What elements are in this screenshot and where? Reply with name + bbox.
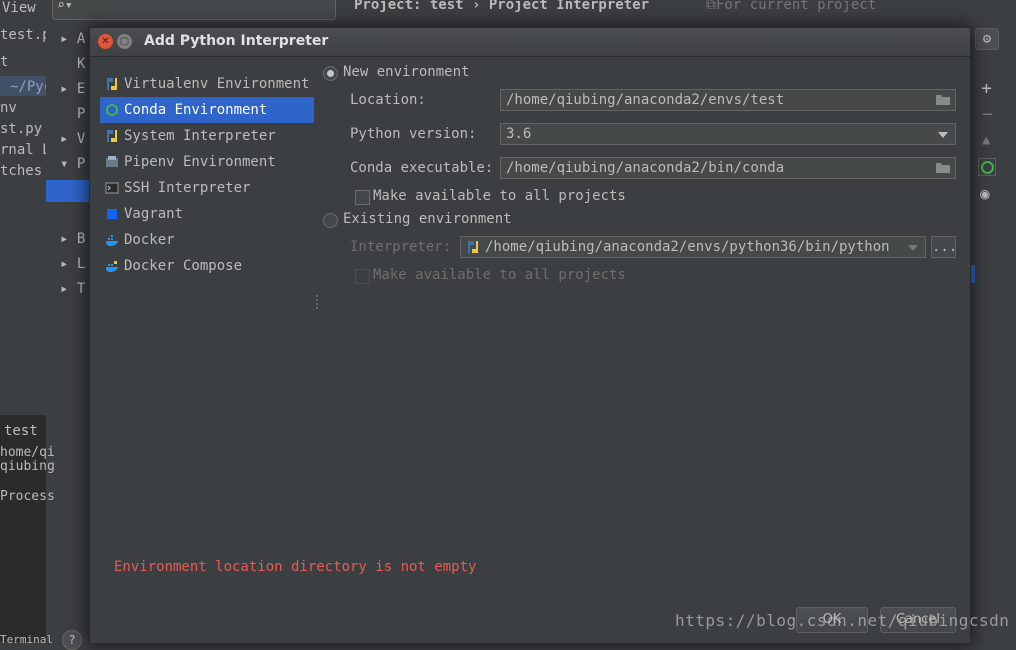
env-item-docker[interactable]: Docker	[100, 227, 314, 253]
bg-item[interactable]: test.p	[0, 27, 51, 43]
docker-icon	[106, 235, 118, 246]
bg-item[interactable]: tches	[0, 163, 42, 179]
pipenv-icon	[106, 156, 118, 167]
chevron-down-icon	[938, 132, 948, 138]
tree-item[interactable]: ▸ L	[60, 256, 85, 272]
remove-icon[interactable]: −	[982, 104, 993, 125]
tree-item[interactable]: P	[77, 106, 85, 122]
env-label: Conda Environment	[124, 102, 268, 118]
make-available-existing-checkbox[interactable]	[355, 269, 370, 284]
dialog-title: Add Python Interpreter	[144, 33, 329, 49]
env-label: Docker	[124, 232, 175, 248]
tree-item[interactable]: ▸ T	[60, 281, 85, 297]
env-item-virtualenv[interactable]: Virtualenv Environment	[100, 71, 314, 97]
bg-item[interactable]: nv	[0, 100, 17, 116]
env-item-docker-compose[interactable]: Docker Compose	[100, 253, 314, 279]
env-item-vagrant[interactable]: Vagrant	[100, 201, 314, 227]
make-available-existing-label: Make available to all projects	[373, 267, 626, 283]
menu-view[interactable]: View	[2, 0, 36, 16]
location-value: /home/qiubing/anaconda2/envs/test	[506, 92, 785, 108]
existing-environment-radio[interactable]	[323, 213, 338, 228]
vagrant-icon	[107, 209, 117, 219]
run-panel: test home/qi qiubing Process Terminal	[0, 415, 55, 646]
env-label: Vagrant	[124, 206, 184, 222]
folder-icon[interactable]	[936, 162, 950, 173]
tree-item[interactable]: ▸ B	[60, 231, 85, 247]
eye-icon[interactable]: ◉	[980, 184, 990, 203]
run-tab[interactable]: test	[4, 423, 38, 439]
tree-item[interactable]: ▸ A	[60, 31, 85, 47]
terminal-tab[interactable]: Terminal	[0, 633, 53, 646]
conda-executable-field[interactable]: /home/qiubing/anaconda2/bin/conda	[500, 157, 956, 179]
location-field[interactable]: /home/qiubing/anaconda2/envs/test	[500, 89, 956, 111]
env-label: Docker Compose	[124, 258, 243, 274]
tree-item[interactable]: ▸ V	[60, 131, 85, 147]
settings-search-input[interactable]: ⌕▾	[52, 0, 336, 20]
new-environment-radio[interactable]	[323, 66, 338, 81]
interpreter-select[interactable]: /home/qiubing/anaconda2/envs/python36/bi…	[460, 236, 926, 258]
up-icon[interactable]: ▲	[982, 132, 990, 148]
conda-icon	[106, 104, 118, 116]
add-icon[interactable]: +	[981, 78, 992, 99]
help-icon[interactable]: ?	[62, 630, 82, 650]
browse-label: ...	[932, 239, 956, 255]
conda-executable-label: Conda executable:	[350, 160, 494, 176]
gear-icon[interactable]: ⚙	[975, 28, 999, 50]
make-available-checkbox[interactable]	[355, 190, 370, 205]
tree-item[interactable]: K	[77, 56, 85, 72]
python-version-label: Python version:	[350, 126, 477, 142]
env-label: System Interpreter	[124, 128, 276, 144]
run-line: home/qi	[0, 445, 55, 460]
env-label: Virtualenv Environment	[124, 76, 310, 92]
run-line: qiubing	[0, 459, 55, 474]
env-item-pipenv[interactable]: Pipenv Environment	[100, 149, 314, 175]
python-version-select[interactable]: 3.6	[500, 123, 956, 145]
conda-icon[interactable]	[978, 158, 996, 176]
chevron-down-icon	[908, 245, 918, 251]
python-icon	[468, 241, 478, 253]
docker-compose-icon	[106, 261, 118, 272]
tree-item[interactable]: ▾ P	[60, 156, 85, 172]
tree-item[interactable]: ▸ E	[60, 81, 85, 97]
search-icon: ⌕▾	[57, 0, 73, 13]
environment-type-list: Virtualenv Environment Conda Environment…	[100, 71, 314, 279]
watermark: https://blog.csdn.net/qiubingcsdn	[675, 611, 1010, 630]
location-label: Location:	[350, 92, 426, 108]
bg-item[interactable]: st.py	[0, 121, 42, 137]
terminal-icon	[105, 182, 119, 194]
splitter-handle[interactable]	[316, 295, 320, 309]
interpreter-value: /home/qiubing/anaconda2/envs/python36/bi…	[485, 239, 890, 255]
copy-icon: ⧉	[706, 0, 716, 13]
folder-icon[interactable]	[936, 94, 950, 105]
run-line: Process	[0, 489, 55, 504]
right-toolbar: ⚙ + − ▲ ◉	[970, 0, 1016, 642]
bg-item[interactable]: t	[0, 54, 8, 70]
env-item-system[interactable]: System Interpreter	[100, 123, 314, 149]
bg-item[interactable]: rnal L	[0, 142, 51, 158]
make-available-label: Make available to all projects	[373, 188, 626, 204]
env-item-conda[interactable]: Conda Environment	[100, 97, 314, 123]
new-environment-label: New environment	[343, 64, 470, 80]
env-label: SSH Interpreter	[124, 180, 251, 196]
env-item-ssh[interactable]: SSH Interpreter	[100, 175, 314, 201]
python-version-value: 3.6	[506, 126, 532, 142]
interpreter-label: Interpreter:	[350, 239, 452, 255]
existing-environment-label: Existing environment	[343, 211, 512, 227]
close-icon[interactable]: ✕	[98, 34, 113, 49]
bg-selected-row	[0, 76, 46, 96]
python-icon	[107, 130, 117, 142]
add-python-interpreter-dialog: ✕ ▢ Add Python Interpreter Virtualenv En…	[89, 27, 971, 644]
settings-breadcrumb: Project: test › Project Interpreter	[354, 0, 650, 13]
for-current-project: ⧉For current project	[706, 0, 876, 13]
dialog-titlebar: ✕ ▢ Add Python Interpreter	[90, 28, 970, 57]
minimize-icon[interactable]: ▢	[117, 34, 132, 49]
browse-interpreter-button[interactable]: ...	[931, 236, 956, 258]
env-label: Pipenv Environment	[124, 154, 276, 170]
error-message: Environment location directory is not em…	[114, 559, 477, 575]
bg-selected-tree-row	[46, 180, 90, 202]
python-icon	[107, 78, 117, 90]
conda-executable-value: /home/qiubing/anaconda2/bin/conda	[506, 160, 785, 176]
